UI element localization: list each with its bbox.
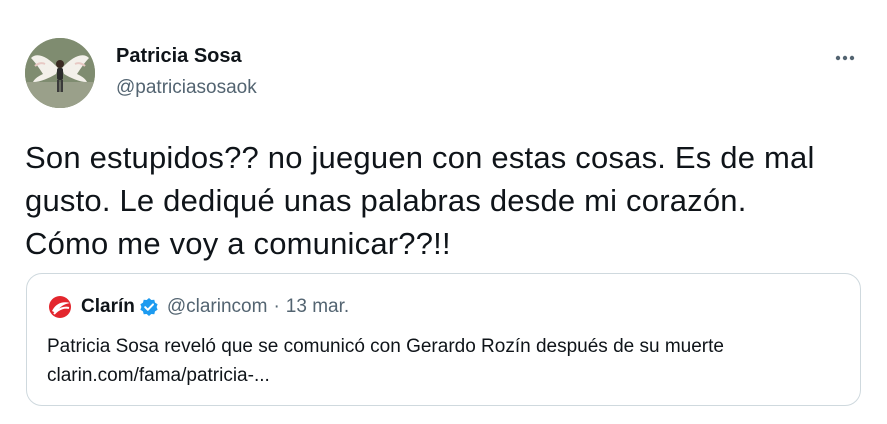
author-handle[interactable]: @patriciasosaok (116, 77, 257, 99)
quoted-author-handle: @clarincom (166, 296, 268, 317)
quoted-tweet-text: Patricia Sosa reveló que se comunicó con… (47, 332, 847, 390)
author-display-name[interactable]: Patricia Sosa (116, 45, 242, 68)
tweet-text: Son estupidos?? no jueguen con estas cos… (25, 136, 865, 265)
tweet-text-line: Cómo me voy a comunicar??!! (25, 226, 451, 261)
more-horizontal-icon (835, 55, 855, 61)
quoted-timestamp[interactable]: 13 mar. (286, 296, 349, 318)
quoted-link[interactable]: clarin.com/fama/patricia-... (47, 361, 847, 390)
quoted-text-line: Patricia Sosa reveló que se comunicó con… (47, 336, 724, 357)
tweet-card: Patricia Sosa @patriciasosaok Son estupi… (0, 0, 887, 424)
quoted-tweet[interactable]: Clarín @clarincom · 13 mar. Patricia Sos… (26, 273, 861, 406)
author-avatar[interactable] (25, 38, 95, 108)
tweet-text-line: Son estupidos?? no jueguen con estas cos… (25, 140, 815, 175)
quoted-separator: · (273, 296, 280, 317)
quoted-tweet-header: Clarín @clarincom · 13 mar. (47, 294, 349, 320)
avatar-photo-icon (25, 38, 95, 108)
quoted-author-name: Clarín (81, 296, 135, 317)
more-options-button[interactable] (832, 46, 864, 70)
verified-badge-icon (140, 298, 158, 316)
clarin-logo-icon (49, 296, 71, 318)
tweet-text-line: gusto. Le dediqué unas palabras desde mi… (25, 183, 747, 218)
